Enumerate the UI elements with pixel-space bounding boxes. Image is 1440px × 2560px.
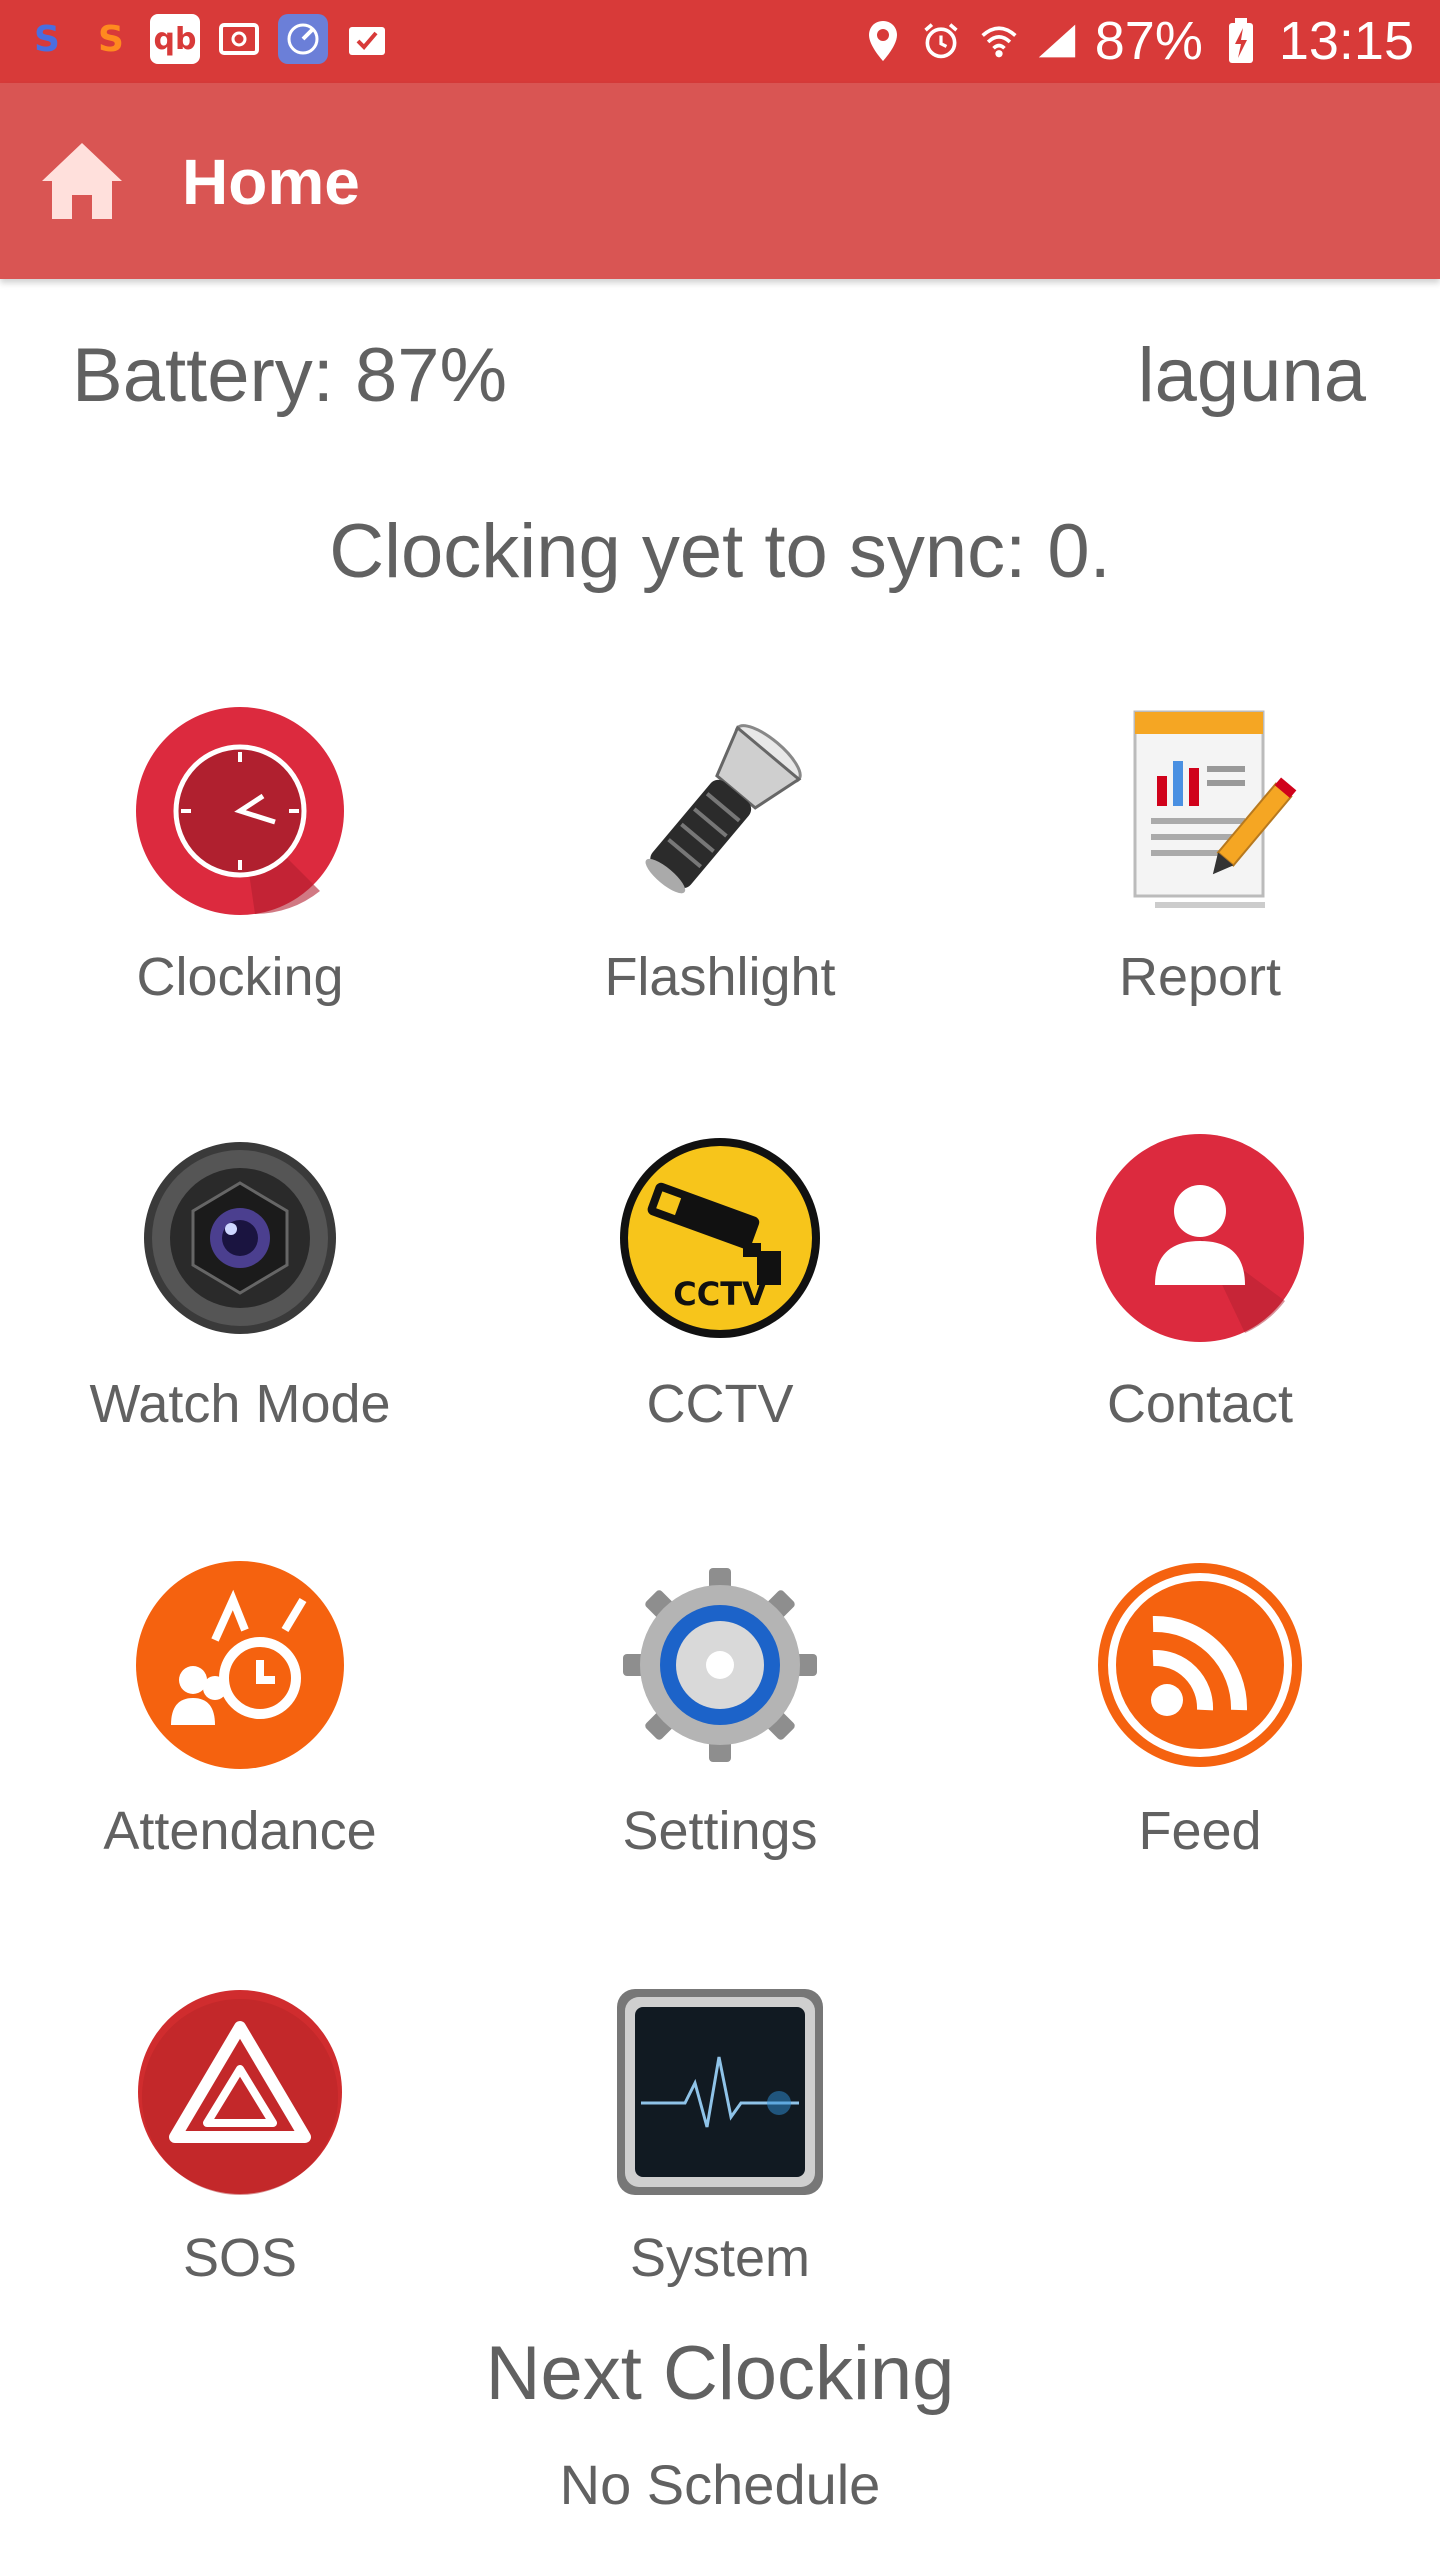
menu-label: SOS: [182, 2228, 298, 2288]
battery-charging-icon: [1221, 17, 1261, 65]
menu-label: Report: [1118, 947, 1282, 1007]
app-bar: Home: [0, 83, 1440, 279]
menu-item-clocking[interactable]: Clocking: [40, 706, 440, 1086]
radar-icon: [278, 14, 328, 64]
battery-status: Battery: 87%: [72, 333, 508, 418]
menu-label: Attendance: [103, 1801, 377, 1861]
username: laguna: [1137, 333, 1366, 418]
menu-label: Feed: [1138, 1801, 1262, 1861]
status-bar: S S qb 87% 13:15: [0, 0, 1440, 83]
s-app-icon-orange: S: [98, 18, 124, 60]
battery-percent: 87%: [1094, 11, 1203, 71]
location-pin-icon: [863, 17, 903, 65]
home-icon[interactable]: [38, 139, 126, 223]
menu-item-feed[interactable]: Feed: [1000, 1560, 1400, 1940]
camera-lens-icon: [135, 1133, 345, 1343]
menu-item-flashlight[interactable]: Flashlight: [520, 706, 920, 1086]
menu-label: Clocking: [136, 947, 344, 1007]
menu-item-system[interactable]: System: [520, 1987, 920, 2367]
menu-item-sos[interactable]: SOS: [40, 1987, 440, 2367]
page-title: Home: [182, 146, 360, 218]
rss-feed-icon: [1095, 1560, 1305, 1770]
clock-icon: [135, 706, 345, 916]
wifi-icon: [979, 17, 1019, 65]
report-icon: [1095, 706, 1305, 916]
menu-item-contact[interactable]: Contact: [1000, 1133, 1400, 1513]
alarm-icon: [921, 17, 961, 65]
menu-label: Watch Mode: [89, 1374, 391, 1434]
next-clocking-value: No Schedule: [559, 2453, 881, 2516]
menu-label: Flashlight: [604, 947, 836, 1007]
menu-item-report[interactable]: Report: [1000, 706, 1400, 1086]
menu-label: Contact: [1106, 1374, 1294, 1434]
next-clocking-title: Next Clocking: [485, 2331, 955, 2416]
menu-label: System: [629, 2228, 811, 2288]
sos-warning-icon: [135, 1987, 345, 2197]
menu-item-watch-mode[interactable]: Watch Mode: [40, 1133, 440, 1513]
qb-icon: qb: [150, 14, 200, 64]
menu-item-attendance[interactable]: Attendance: [40, 1560, 440, 1940]
sync-status: Clocking yet to sync: 0.: [329, 509, 1111, 594]
flashlight-icon: [615, 706, 825, 916]
notification-icons: S S qb: [22, 14, 392, 64]
cctv-icon: CCTV: [615, 1133, 825, 1343]
menu-label: CCTV: [646, 1374, 794, 1434]
signal-icon: [1037, 17, 1077, 65]
attendance-icon: [135, 1560, 345, 1770]
menu-item-settings[interactable]: Settings: [520, 1560, 920, 1940]
menu-label: Settings: [622, 1801, 818, 1861]
menu-item-cctv[interactable]: CCTV CCTV: [520, 1133, 920, 1513]
svg-text:CCTV: CCTV: [673, 1275, 767, 1313]
system-status: 87% 13:15: [863, 10, 1414, 72]
settings-gear-icon: [615, 1560, 825, 1770]
contact-person-icon: [1095, 1133, 1305, 1343]
system-monitor-icon: [615, 1987, 825, 2197]
message-icon: [214, 14, 264, 64]
calendar-check-icon: [342, 14, 392, 64]
s-app-icon-blue: S: [34, 18, 60, 60]
clock-time: 13:15: [1278, 11, 1414, 71]
